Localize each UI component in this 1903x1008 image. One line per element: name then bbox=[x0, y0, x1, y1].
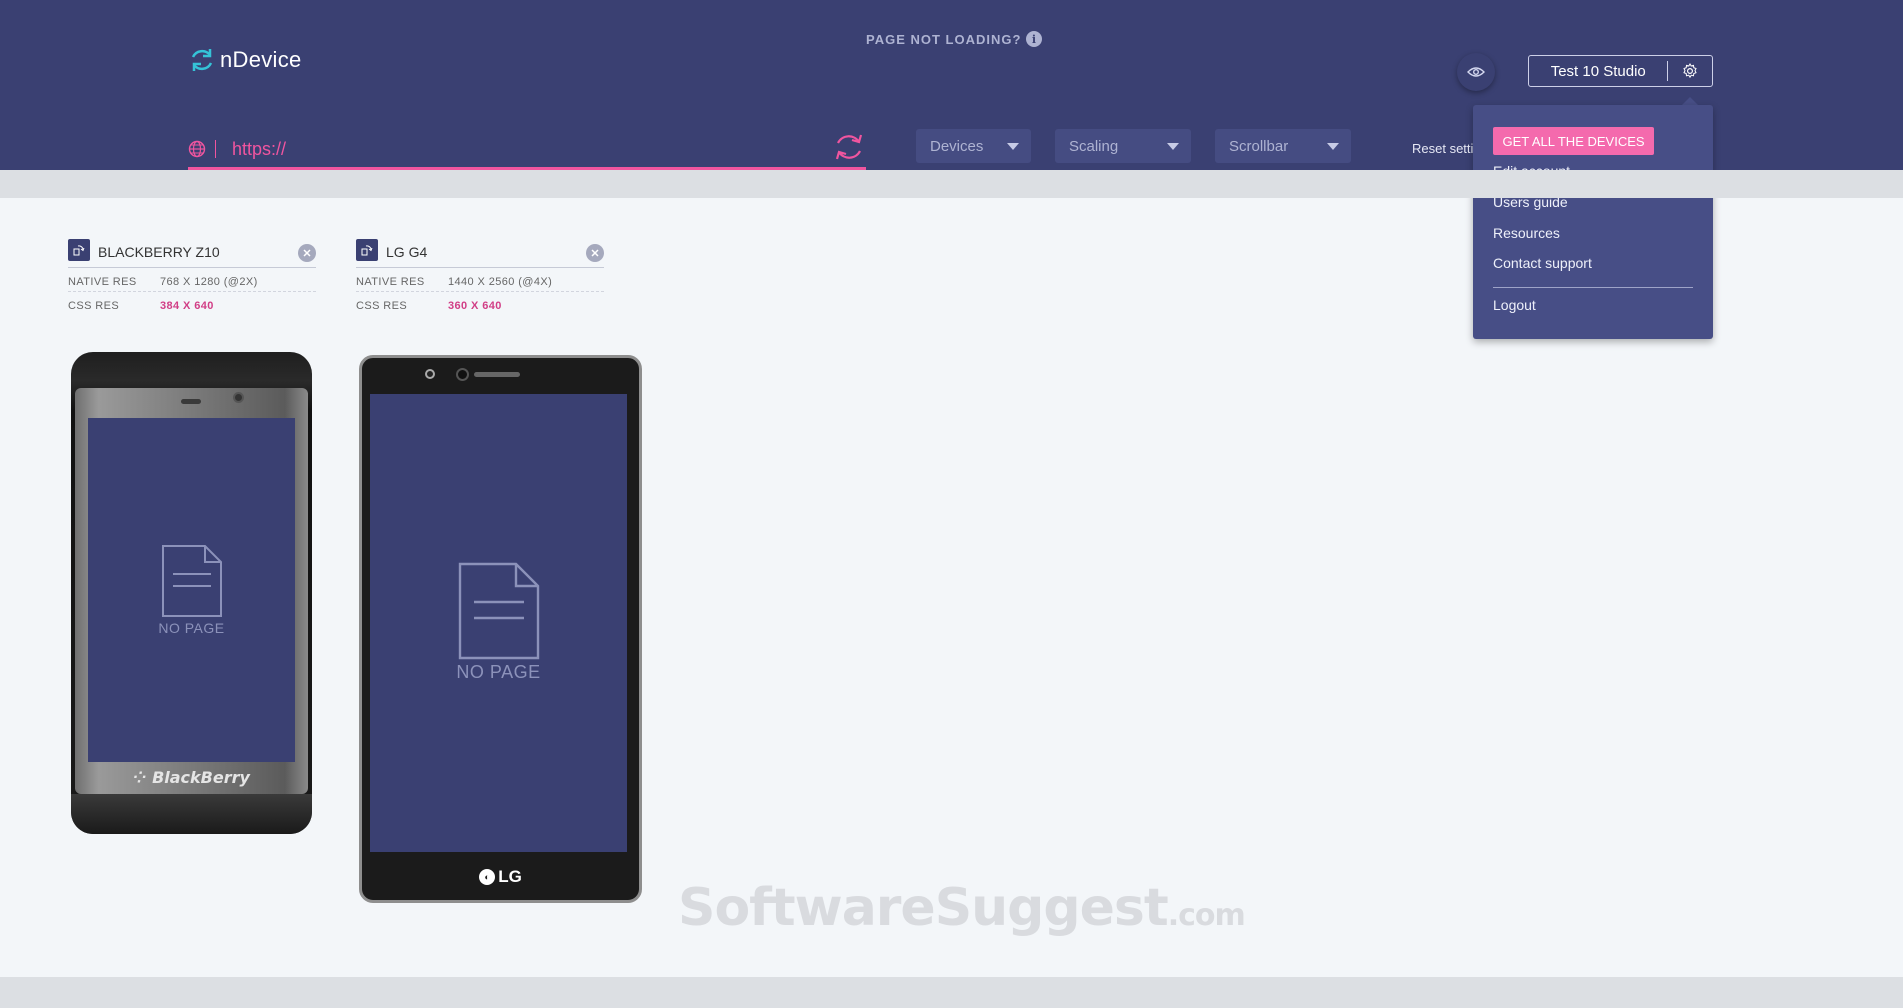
url-separator bbox=[215, 140, 216, 158]
css-res-label: CSS RES bbox=[68, 300, 120, 312]
document-icon bbox=[161, 545, 222, 617]
page-not-loading-label: PAGE NOT LOADING? bbox=[866, 31, 1022, 47]
native-res-row: NATIVE RES 1440 X 2560 (@4X) bbox=[356, 268, 604, 292]
phone-camera bbox=[233, 392, 244, 403]
css-res-value: 360 X 640 bbox=[448, 300, 502, 312]
device-card-blackberry: BLACKBERRY Z10 NATIVE RES 768 X 1280 (@2… bbox=[68, 238, 316, 316]
gear-icon bbox=[1683, 63, 1697, 79]
remove-device-button[interactable] bbox=[586, 244, 604, 262]
no-page-label: NO PAGE bbox=[158, 620, 225, 636]
native-res-value: 768 X 1280 (@2X) bbox=[160, 276, 258, 288]
chevron-down-icon bbox=[1327, 143, 1339, 150]
scaling-dropdown-label: Scaling bbox=[1069, 137, 1119, 155]
menu-divider bbox=[1493, 287, 1693, 288]
phone-sensor bbox=[425, 369, 435, 379]
lg-emblem-icon: ◐ bbox=[479, 869, 496, 885]
rotate-icon bbox=[73, 245, 85, 256]
phone-speaker bbox=[181, 399, 201, 404]
native-res-label: NATIVE RES bbox=[356, 276, 425, 288]
lg-logo: ◐ LG bbox=[362, 867, 639, 887]
app-logo[interactable]: nDevice bbox=[188, 46, 302, 74]
chevron-down-icon bbox=[1007, 143, 1019, 150]
devices-dropdown[interactable]: Devices bbox=[916, 129, 1031, 163]
rotate-device-button[interactable] bbox=[356, 239, 378, 261]
lg-brand-text: LG bbox=[498, 867, 522, 886]
reload-icon[interactable] bbox=[832, 130, 866, 164]
no-page-placeholder: NO PAGE bbox=[88, 544, 295, 636]
page-not-loading-link[interactable]: PAGE NOT LOADING? i bbox=[866, 31, 1043, 47]
settings-button[interactable] bbox=[1668, 55, 1712, 87]
document-icon bbox=[458, 562, 539, 660]
blackberry-brand-text: BlackBerry bbox=[152, 768, 250, 787]
css-res-row: CSS RES 360 X 640 bbox=[356, 292, 604, 316]
menu-item-logout[interactable]: Logout bbox=[1493, 297, 1536, 313]
native-res-label: NATIVE RES bbox=[68, 276, 137, 288]
phone-chin bbox=[71, 794, 312, 834]
rotate-device-button[interactable] bbox=[68, 239, 90, 261]
reset-settings-link[interactable]: Reset settings bbox=[1412, 141, 1476, 156]
device-screen[interactable]: NO PAGE bbox=[88, 418, 295, 762]
native-res-value: 1440 X 2560 (@4X) bbox=[448, 276, 553, 288]
close-icon bbox=[591, 249, 599, 257]
device-card-lg-g4: LG G4 NATIVE RES 1440 X 2560 (@4X) CSS R… bbox=[356, 238, 604, 316]
footer-strip bbox=[0, 977, 1903, 1008]
scrollbar-dropdown[interactable]: Scrollbar bbox=[1215, 129, 1351, 163]
native-res-row: NATIVE RES 768 X 1280 (@2X) bbox=[68, 268, 316, 292]
scaling-dropdown[interactable]: Scaling bbox=[1055, 129, 1191, 163]
preview-toggle-button[interactable] bbox=[1457, 53, 1495, 91]
css-res-value: 384 X 640 bbox=[160, 300, 214, 312]
info-icon[interactable]: i bbox=[1026, 31, 1043, 47]
account-menu-button[interactable]: Test 10 Studio bbox=[1528, 55, 1713, 87]
device-screen[interactable]: NO PAGE bbox=[370, 394, 627, 852]
watermark: SoftwareSuggest.com bbox=[678, 878, 1246, 938]
blackberry-logo: ⁘ BlackBerry bbox=[133, 768, 250, 787]
account-name: Test 10 Studio bbox=[1550, 62, 1646, 80]
no-page-label: NO PAGE bbox=[456, 662, 541, 682]
menu-item-contact-support[interactable]: Contact support bbox=[1493, 255, 1592, 271]
globe-icon bbox=[188, 140, 206, 158]
watermark-main: SoftwareSuggest bbox=[678, 878, 1169, 938]
css-res-row: CSS RES 384 X 640 bbox=[68, 292, 316, 316]
watermark-suffix: .com bbox=[1167, 898, 1246, 933]
toolbar-divider-strip bbox=[0, 170, 1903, 198]
device-header: LG G4 bbox=[356, 238, 604, 268]
get-all-devices-button[interactable]: GET ALL THE DEVICES bbox=[1493, 127, 1654, 155]
blackberry-z10-frame: NO PAGE ⁘ BlackBerry bbox=[71, 352, 312, 834]
css-res-label: CSS RES bbox=[356, 300, 408, 312]
scrollbar-dropdown-label: Scrollbar bbox=[1229, 137, 1289, 155]
remove-device-button[interactable] bbox=[298, 244, 316, 262]
device-name: LG G4 bbox=[386, 244, 428, 260]
app-name: nDevice bbox=[220, 47, 302, 72]
close-icon bbox=[303, 249, 311, 257]
no-page-placeholder: NO PAGE bbox=[370, 562, 627, 683]
device-header: BLACKBERRY Z10 bbox=[68, 238, 316, 268]
rotate-icon bbox=[361, 245, 373, 256]
sync-logo-icon bbox=[191, 49, 213, 71]
chevron-down-icon bbox=[1167, 143, 1179, 150]
menu-item-resources[interactable]: Resources bbox=[1493, 225, 1560, 241]
phone-camera bbox=[456, 368, 469, 381]
lg-g4-frame: NO PAGE ◐ LG bbox=[359, 355, 642, 903]
url-bar bbox=[188, 132, 866, 170]
eye-icon bbox=[1467, 67, 1485, 77]
url-input[interactable] bbox=[232, 135, 792, 163]
account-dropdown-menu: GET ALL THE DEVICES Edit account Users g… bbox=[1473, 105, 1713, 339]
devices-dropdown-label: Devices bbox=[930, 137, 984, 155]
device-name: BLACKBERRY Z10 bbox=[98, 244, 220, 260]
phone-speaker bbox=[474, 372, 520, 377]
